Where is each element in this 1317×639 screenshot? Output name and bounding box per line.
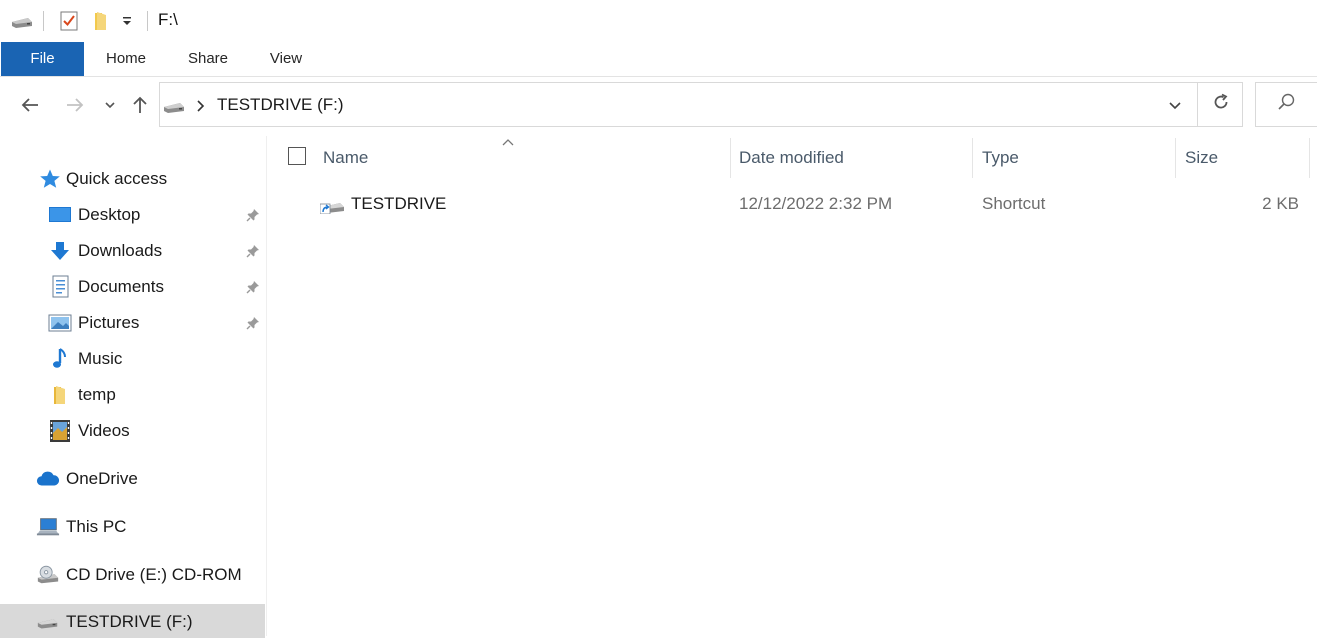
music-note-icon (48, 347, 72, 371)
chevron-down-icon[interactable] (96, 91, 124, 119)
download-arrow-icon (48, 239, 72, 263)
title-bar: F:\ (0, 0, 1317, 42)
videos-icon (48, 419, 72, 443)
cd-drive-icon (36, 563, 60, 587)
pictures-icon (48, 311, 72, 335)
nav-label: Videos (78, 421, 130, 440)
properties-check-icon[interactable] (58, 10, 80, 37)
search-box[interactable] (1255, 82, 1317, 127)
column-header-size[interactable]: Size (1185, 144, 1295, 172)
search-icon (1276, 92, 1296, 117)
star-icon (38, 167, 62, 191)
documents-icon (48, 275, 72, 299)
file-type: Shortcut (982, 194, 1046, 213)
nav-onedrive[interactable]: OneDrive (36, 462, 138, 496)
file-date-modified: 12/12/2022 2:32 PM (739, 194, 893, 213)
nav-label: OneDrive (66, 469, 138, 488)
address-dropdown-icon[interactable] (1162, 92, 1188, 118)
nav-label: Desktop (78, 205, 141, 224)
column-header-type[interactable]: Type (982, 144, 1167, 172)
folder-icon (48, 383, 72, 407)
nav-cd-drive[interactable]: CD Drive (E:) CD-ROM (36, 558, 242, 592)
column-divider[interactable] (972, 138, 973, 178)
nav-this-pc[interactable]: This PC (36, 510, 126, 544)
usb-drive-icon (36, 610, 60, 634)
window-title: F:\ (158, 10, 178, 29)
nav-quick-access[interactable]: Quick access (38, 162, 167, 196)
tab-file[interactable]: File (1, 42, 84, 76)
nav-desktop[interactable]: Desktop (48, 198, 140, 232)
nav-label: temp (78, 385, 116, 404)
nav-label: This PC (66, 517, 127, 536)
pin-icon[interactable] (244, 278, 262, 296)
arrow-up-icon[interactable] (126, 91, 154, 119)
nav-temp[interactable]: temp (48, 378, 116, 412)
column-divider[interactable] (1175, 138, 1176, 178)
nav-label: Quick access (66, 169, 168, 188)
pin-icon[interactable] (244, 242, 262, 260)
desktop-icon (48, 203, 72, 227)
nav-downloads[interactable]: Downloads (48, 234, 162, 268)
pin-icon[interactable] (244, 206, 262, 224)
nav-label: CD Drive (E:) CD-ROM (66, 565, 242, 584)
arrow-left-icon[interactable] (16, 91, 44, 119)
breadcrumb-chevron-icon[interactable] (195, 99, 205, 118)
drive-icon[interactable] (10, 14, 34, 35)
column-header-date-modified[interactable]: Date modified (739, 144, 964, 172)
column-divider[interactable] (730, 138, 731, 178)
column-header-name[interactable]: Name (323, 144, 723, 172)
nav-label: Music (78, 349, 123, 368)
customize-dropdown-icon[interactable] (120, 14, 134, 33)
tab-view[interactable]: View (258, 42, 314, 76)
column-divider[interactable] (1309, 138, 1310, 178)
ribbon-tabs: File Home Share View (0, 42, 1317, 77)
refresh-icon (1211, 92, 1231, 117)
nav-label: Pictures (78, 313, 140, 332)
tab-home[interactable]: Home (96, 42, 156, 76)
arrow-right-icon[interactable] (61, 91, 89, 119)
nav-label: Documents (78, 277, 164, 296)
nav-testdrive[interactable]: TESTDRIVE (F:) (36, 605, 193, 639)
search-input[interactable] (1296, 95, 1317, 114)
file-name[interactable]: TESTDRIVE (351, 190, 721, 218)
file-size: 2 KB (1262, 194, 1299, 213)
pin-icon[interactable] (244, 314, 262, 332)
refresh-button[interactable] (1197, 82, 1243, 127)
breadcrumb-item[interactable]: TESTDRIVE (F:) (217, 95, 344, 115)
nav-label: TESTDRIVE (F:) (66, 612, 193, 631)
cloud-icon (36, 467, 60, 491)
nav-music[interactable]: Music (48, 342, 122, 376)
nav-videos[interactable]: Videos (48, 414, 130, 448)
nav-label: Downloads (78, 241, 163, 260)
nav-documents[interactable]: Documents (48, 270, 164, 304)
usb-drive-icon (162, 99, 186, 120)
nav-pictures[interactable]: Pictures (48, 306, 139, 340)
tab-share[interactable]: Share (178, 42, 238, 76)
shortcut-drive-icon (319, 198, 346, 219)
new-folder-icon[interactable] (92, 10, 110, 37)
computer-icon (36, 515, 60, 539)
select-all-checkbox[interactable] (288, 147, 306, 165)
